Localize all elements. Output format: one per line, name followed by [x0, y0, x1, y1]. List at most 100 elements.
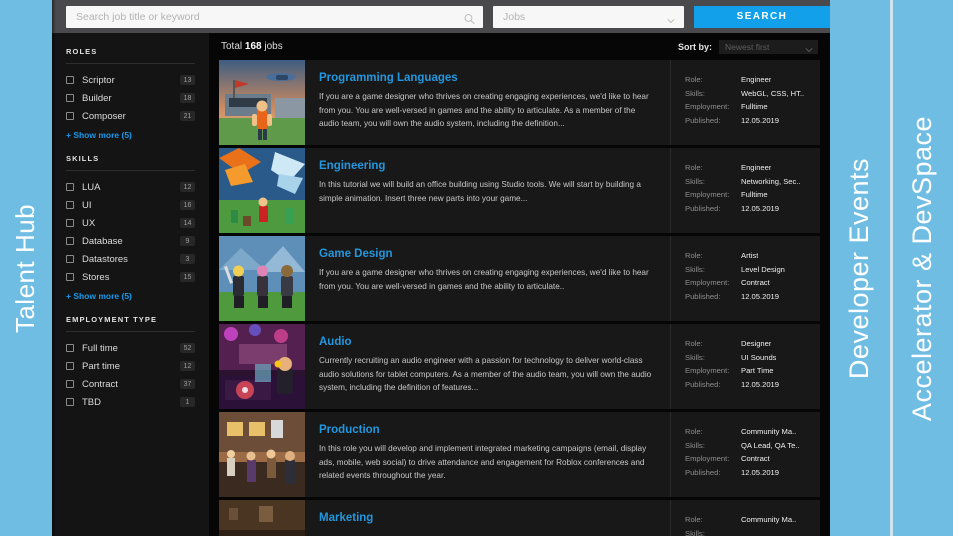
filter-option-composer[interactable]: Composer 21: [66, 107, 195, 125]
job-meta-value: Networking, Sec..: [741, 176, 801, 186]
filter-option-count: 52: [180, 343, 195, 353]
job-meta-row-published: Published: 12.05.2019: [685, 378, 812, 392]
job-meta-key: Role:: [685, 339, 703, 348]
job-thumbnail[interactable]: [219, 236, 305, 321]
job-title-link[interactable]: Engineering: [319, 160, 656, 172]
job-card[interactable]: Game Design If you are a game designer wh…: [219, 236, 820, 321]
checkbox-icon[interactable]: [66, 219, 74, 227]
filter-option-scriptor[interactable]: Scriptor 13: [66, 71, 195, 89]
job-summary: Game Design If you are a game designer wh…: [305, 236, 670, 321]
filter-option-stores[interactable]: Stores 15: [66, 268, 195, 286]
job-thumbnail[interactable]: [219, 500, 305, 536]
filter-option-label: Contract: [82, 378, 118, 390]
show-more-link[interactable]: + Show more (5): [66, 291, 195, 301]
job-card[interactable]: Production In this role you will develop …: [219, 412, 820, 497]
filter-group-roles: ROLES Scriptor 13 Builder 18 Composer 21 + Show…: [66, 47, 195, 140]
job-title-link[interactable]: Marketing: [319, 512, 656, 524]
job-meta-key: Skills:: [685, 176, 705, 186]
job-meta-value: Contract: [741, 278, 770, 288]
filter-option-part-time[interactable]: Part time 12: [66, 357, 195, 375]
results-panel: Total 168 jobs Sort by: Newest first Pro…: [209, 33, 830, 536]
job-description: In this tutorial we will build an office…: [319, 180, 641, 203]
job-thumbnail[interactable]: [219, 324, 305, 409]
checkbox-icon[interactable]: [66, 183, 74, 191]
total-number: 168: [244, 41, 262, 52]
job-thumbnail[interactable]: [219, 148, 305, 233]
show-more-link[interactable]: + Show more (5): [66, 130, 195, 140]
app-window: Jobs SEARCH ROLESScriptor13Builder18Comp…: [52, 0, 830, 536]
job-meta-key: Published:: [685, 467, 721, 477]
job-title-link[interactable]: Game Design: [319, 248, 656, 260]
filter-option-database[interactable]: Database 9: [66, 232, 195, 250]
job-meta: Role: Artist Skills: Level Design Employment…: [670, 236, 820, 321]
job-thumbnail[interactable]: [219, 412, 305, 497]
job-meta-value: UI Sounds: [741, 352, 777, 362]
filter-group-skills: SKILLS LUA 12 UI 16 UX 14 Database 9 Datastores 3 S…: [66, 154, 195, 301]
filter-option-label: UX: [82, 217, 96, 229]
job-meta-value: Fulltime: [741, 102, 768, 112]
checkbox-icon[interactable]: [66, 94, 74, 102]
job-title-link[interactable]: Programming Languages: [319, 72, 656, 84]
job-meta: Role:Community Ma..Skills:Employment:Pub…: [670, 500, 820, 536]
job-meta-key: Role:: [685, 163, 703, 172]
side-panel-developer-events-label: Developer Events: [844, 157, 875, 379]
job-meta-value: Community Ma..: [741, 515, 797, 524]
checkbox-icon[interactable]: [66, 255, 74, 263]
filter-option-contract[interactable]: Contract 37: [66, 375, 195, 393]
job-title-link[interactable]: Audio: [319, 336, 656, 348]
sort-by-select[interactable]: Newest first: [719, 39, 818, 54]
job-meta-row-skills: Skills: WebGL, CSS, HT..: [685, 87, 812, 101]
checkbox-icon[interactable]: [66, 398, 74, 406]
search-input-wrapper[interactable]: [66, 5, 483, 28]
side-panel-talent-hub[interactable]: Talent Hub: [0, 0, 52, 536]
checkbox-icon[interactable]: [66, 380, 74, 388]
job-meta-key: Skills:: [685, 352, 705, 362]
filter-option-tbd[interactable]: TBD 1: [66, 393, 195, 411]
checkbox-icon[interactable]: [66, 362, 74, 370]
job-meta-row-role: Role: Designer: [685, 337, 812, 351]
job-meta-row-employment: Employment: Contract: [685, 452, 812, 466]
job-meta-key: Employment:: [685, 102, 730, 112]
job-meta-value: Level Design: [741, 264, 785, 274]
job-meta-value: Designer: [741, 339, 772, 348]
total-prefix: Total: [221, 41, 245, 52]
job-meta-row-skills: Skills:: [685, 527, 812, 536]
checkbox-icon[interactable]: [66, 76, 74, 84]
job-meta-row-employment: Employment: Part Time: [685, 364, 812, 378]
job-meta-value: Community Ma..: [741, 427, 797, 436]
sort-control: Sort by: Newest first: [678, 39, 818, 54]
job-meta-value: WebGL, CSS, HT..: [741, 88, 805, 98]
filter-option-ux[interactable]: UX 14: [66, 214, 195, 232]
job-meta-row-role: Role: Engineer: [685, 73, 812, 87]
category-select[interactable]: Jobs: [493, 5, 684, 28]
filter-group-employment-type: EMPLOYMENT TYPE Full time 52 Part time 12 Con…: [66, 315, 195, 411]
job-card[interactable]: Programming Languages If you are a game d…: [219, 60, 820, 145]
checkbox-icon[interactable]: [66, 201, 74, 209]
checkbox-icon[interactable]: [66, 273, 74, 281]
filter-option-full-time[interactable]: Full time 52: [66, 339, 195, 357]
job-thumbnail[interactable]: [219, 60, 305, 145]
filter-option-ui[interactable]: UI 16: [66, 196, 195, 214]
chevron-down-icon: [667, 14, 675, 23]
search-input[interactable]: [76, 5, 457, 28]
filter-option-lua[interactable]: LUA 12: [66, 178, 195, 196]
job-card[interactable]: MarketingRole:Community Ma..Skills:Emplo…: [219, 500, 820, 536]
filter-option-label: Database: [82, 235, 123, 247]
job-title-link[interactable]: Production: [319, 424, 656, 436]
checkbox-icon[interactable]: [66, 237, 74, 245]
checkbox-icon[interactable]: [66, 112, 74, 120]
job-meta-row-published: Published: 12.05.2019: [685, 290, 812, 304]
filter-option-builder[interactable]: Builder 18: [66, 89, 195, 107]
filter-option-count: 3: [180, 254, 195, 264]
search-button[interactable]: SEARCH: [694, 5, 830, 28]
job-meta: Role: Community Ma.. Skills: QA Lead, QA Te…: [670, 412, 820, 497]
checkbox-icon[interactable]: [66, 344, 74, 352]
filter-option-label: UI: [82, 199, 92, 211]
side-panel-developer-events[interactable]: Developer Events: [830, 0, 890, 536]
filter-option-datastores[interactable]: Datastores 3: [66, 250, 195, 268]
job-card[interactable]: Audio Currently recruiting an audio engin…: [219, 324, 820, 409]
job-meta-key: Published:: [685, 291, 721, 301]
job-meta-key: Skills:: [685, 88, 705, 98]
side-panel-accelerator-devspace[interactable]: Accelerator & DevSpace: [893, 0, 953, 536]
job-card[interactable]: Engineering In this tutorial we will buil…: [219, 148, 820, 233]
